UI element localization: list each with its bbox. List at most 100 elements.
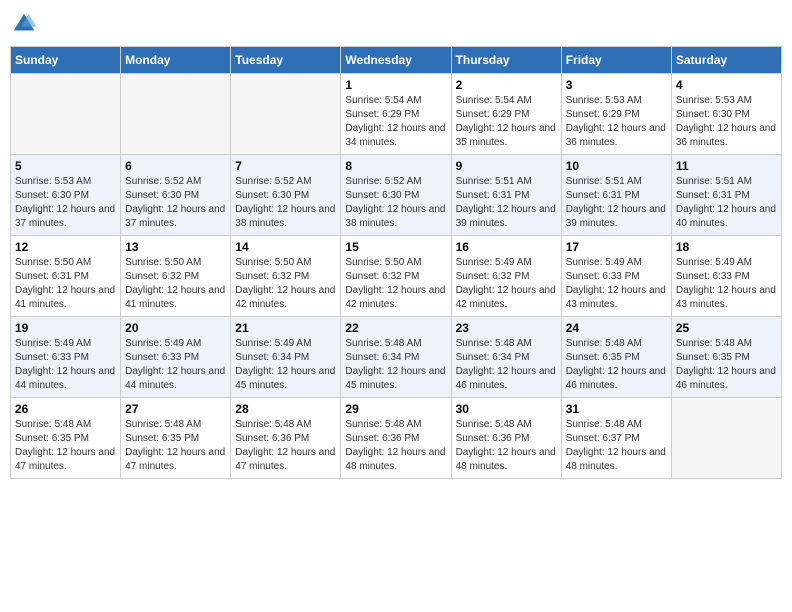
calendar-cell: 27 Sunrise: 5:48 AM Sunset: 6:35 PM Dayl… bbox=[121, 398, 231, 479]
sunset-text: Sunset: 6:33 PM bbox=[15, 351, 116, 365]
daylight-text: Daylight: 12 hours and 48 minutes. bbox=[456, 446, 557, 474]
day-info: Sunrise: 5:49 AM Sunset: 6:34 PM Dayligh… bbox=[235, 337, 336, 393]
sunrise-text: Sunrise: 5:48 AM bbox=[456, 337, 557, 351]
daylight-text: Daylight: 12 hours and 46 minutes. bbox=[566, 365, 667, 393]
logo bbox=[10, 10, 42, 38]
day-number: 21 bbox=[235, 321, 336, 335]
calendar-cell bbox=[121, 74, 231, 155]
daylight-text: Daylight: 12 hours and 44 minutes. bbox=[125, 365, 226, 393]
calendar-cell bbox=[671, 398, 781, 479]
column-header-monday: Monday bbox=[121, 47, 231, 74]
calendar-cell: 31 Sunrise: 5:48 AM Sunset: 6:37 PM Dayl… bbox=[561, 398, 671, 479]
sunrise-text: Sunrise: 5:53 AM bbox=[566, 94, 667, 108]
calendar-cell: 16 Sunrise: 5:49 AM Sunset: 6:32 PM Dayl… bbox=[451, 236, 561, 317]
calendar-cell bbox=[11, 74, 121, 155]
sunrise-text: Sunrise: 5:48 AM bbox=[235, 418, 336, 432]
sunrise-text: Sunrise: 5:49 AM bbox=[15, 337, 116, 351]
day-number: 24 bbox=[566, 321, 667, 335]
day-info: Sunrise: 5:49 AM Sunset: 6:33 PM Dayligh… bbox=[566, 256, 667, 312]
sunrise-text: Sunrise: 5:49 AM bbox=[456, 256, 557, 270]
sunrise-text: Sunrise: 5:51 AM bbox=[566, 175, 667, 189]
day-info: Sunrise: 5:51 AM Sunset: 6:31 PM Dayligh… bbox=[566, 175, 667, 231]
sunset-text: Sunset: 6:34 PM bbox=[456, 351, 557, 365]
sunset-text: Sunset: 6:36 PM bbox=[235, 432, 336, 446]
calendar-table: SundayMondayTuesdayWednesdayThursdayFrid… bbox=[10, 46, 782, 479]
day-number: 17 bbox=[566, 240, 667, 254]
calendar-cell: 3 Sunrise: 5:53 AM Sunset: 6:29 PM Dayli… bbox=[561, 74, 671, 155]
day-number: 12 bbox=[15, 240, 116, 254]
daylight-text: Daylight: 12 hours and 41 minutes. bbox=[125, 284, 226, 312]
calendar-cell bbox=[231, 74, 341, 155]
day-info: Sunrise: 5:51 AM Sunset: 6:31 PM Dayligh… bbox=[676, 175, 777, 231]
day-number: 11 bbox=[676, 159, 777, 173]
sunset-text: Sunset: 6:37 PM bbox=[566, 432, 667, 446]
daylight-text: Daylight: 12 hours and 37 minutes. bbox=[125, 203, 226, 231]
sunset-text: Sunset: 6:31 PM bbox=[566, 189, 667, 203]
calendar-cell: 14 Sunrise: 5:50 AM Sunset: 6:32 PM Dayl… bbox=[231, 236, 341, 317]
sunrise-text: Sunrise: 5:49 AM bbox=[566, 256, 667, 270]
calendar-cell: 30 Sunrise: 5:48 AM Sunset: 6:36 PM Dayl… bbox=[451, 398, 561, 479]
day-info: Sunrise: 5:50 AM Sunset: 6:32 PM Dayligh… bbox=[235, 256, 336, 312]
sunrise-text: Sunrise: 5:48 AM bbox=[15, 418, 116, 432]
daylight-text: Daylight: 12 hours and 45 minutes. bbox=[235, 365, 336, 393]
day-number: 29 bbox=[345, 402, 446, 416]
day-number: 8 bbox=[345, 159, 446, 173]
sunrise-text: Sunrise: 5:51 AM bbox=[456, 175, 557, 189]
day-info: Sunrise: 5:54 AM Sunset: 6:29 PM Dayligh… bbox=[345, 94, 446, 150]
daylight-text: Daylight: 12 hours and 38 minutes. bbox=[235, 203, 336, 231]
sunrise-text: Sunrise: 5:49 AM bbox=[676, 256, 777, 270]
sunrise-text: Sunrise: 5:48 AM bbox=[566, 337, 667, 351]
sunrise-text: Sunrise: 5:50 AM bbox=[345, 256, 446, 270]
day-number: 20 bbox=[125, 321, 226, 335]
day-number: 10 bbox=[566, 159, 667, 173]
daylight-text: Daylight: 12 hours and 47 minutes. bbox=[235, 446, 336, 474]
day-info: Sunrise: 5:54 AM Sunset: 6:29 PM Dayligh… bbox=[456, 94, 557, 150]
day-number: 9 bbox=[456, 159, 557, 173]
day-info: Sunrise: 5:48 AM Sunset: 6:35 PM Dayligh… bbox=[125, 418, 226, 474]
sunrise-text: Sunrise: 5:49 AM bbox=[235, 337, 336, 351]
column-header-saturday: Saturday bbox=[671, 47, 781, 74]
daylight-text: Daylight: 12 hours and 42 minutes. bbox=[456, 284, 557, 312]
day-number: 5 bbox=[15, 159, 116, 173]
day-info: Sunrise: 5:49 AM Sunset: 6:32 PM Dayligh… bbox=[456, 256, 557, 312]
sunrise-text: Sunrise: 5:48 AM bbox=[456, 418, 557, 432]
calendar-week-row: 19 Sunrise: 5:49 AM Sunset: 6:33 PM Dayl… bbox=[11, 317, 782, 398]
day-info: Sunrise: 5:48 AM Sunset: 6:37 PM Dayligh… bbox=[566, 418, 667, 474]
day-info: Sunrise: 5:50 AM Sunset: 6:32 PM Dayligh… bbox=[345, 256, 446, 312]
day-info: Sunrise: 5:52 AM Sunset: 6:30 PM Dayligh… bbox=[125, 175, 226, 231]
daylight-text: Daylight: 12 hours and 36 minutes. bbox=[566, 122, 667, 150]
calendar-cell: 17 Sunrise: 5:49 AM Sunset: 6:33 PM Dayl… bbox=[561, 236, 671, 317]
calendar-cell: 29 Sunrise: 5:48 AM Sunset: 6:36 PM Dayl… bbox=[341, 398, 451, 479]
sunset-text: Sunset: 6:30 PM bbox=[235, 189, 336, 203]
sunrise-text: Sunrise: 5:54 AM bbox=[456, 94, 557, 108]
sunset-text: Sunset: 6:29 PM bbox=[345, 108, 446, 122]
calendar-cell: 4 Sunrise: 5:53 AM Sunset: 6:30 PM Dayli… bbox=[671, 74, 781, 155]
day-number: 27 bbox=[125, 402, 226, 416]
calendar-cell: 10 Sunrise: 5:51 AM Sunset: 6:31 PM Dayl… bbox=[561, 155, 671, 236]
sunrise-text: Sunrise: 5:48 AM bbox=[345, 337, 446, 351]
calendar-cell: 24 Sunrise: 5:48 AM Sunset: 6:35 PM Dayl… bbox=[561, 317, 671, 398]
day-info: Sunrise: 5:48 AM Sunset: 6:34 PM Dayligh… bbox=[456, 337, 557, 393]
calendar-cell: 5 Sunrise: 5:53 AM Sunset: 6:30 PM Dayli… bbox=[11, 155, 121, 236]
calendar-cell: 22 Sunrise: 5:48 AM Sunset: 6:34 PM Dayl… bbox=[341, 317, 451, 398]
day-info: Sunrise: 5:50 AM Sunset: 6:32 PM Dayligh… bbox=[125, 256, 226, 312]
sunset-text: Sunset: 6:32 PM bbox=[125, 270, 226, 284]
daylight-text: Daylight: 12 hours and 48 minutes. bbox=[566, 446, 667, 474]
sunset-text: Sunset: 6:34 PM bbox=[235, 351, 336, 365]
sunset-text: Sunset: 6:31 PM bbox=[456, 189, 557, 203]
day-info: Sunrise: 5:48 AM Sunset: 6:36 PM Dayligh… bbox=[345, 418, 446, 474]
calendar-cell: 26 Sunrise: 5:48 AM Sunset: 6:35 PM Dayl… bbox=[11, 398, 121, 479]
sunset-text: Sunset: 6:32 PM bbox=[235, 270, 336, 284]
day-number: 2 bbox=[456, 78, 557, 92]
sunset-text: Sunset: 6:36 PM bbox=[456, 432, 557, 446]
daylight-text: Daylight: 12 hours and 35 minutes. bbox=[456, 122, 557, 150]
sunset-text: Sunset: 6:30 PM bbox=[125, 189, 226, 203]
calendar-cell: 20 Sunrise: 5:49 AM Sunset: 6:33 PM Dayl… bbox=[121, 317, 231, 398]
day-info: Sunrise: 5:49 AM Sunset: 6:33 PM Dayligh… bbox=[15, 337, 116, 393]
sunset-text: Sunset: 6:30 PM bbox=[345, 189, 446, 203]
day-info: Sunrise: 5:53 AM Sunset: 6:30 PM Dayligh… bbox=[15, 175, 116, 231]
calendar-cell: 21 Sunrise: 5:49 AM Sunset: 6:34 PM Dayl… bbox=[231, 317, 341, 398]
sunset-text: Sunset: 6:30 PM bbox=[676, 108, 777, 122]
column-header-thursday: Thursday bbox=[451, 47, 561, 74]
column-header-tuesday: Tuesday bbox=[231, 47, 341, 74]
